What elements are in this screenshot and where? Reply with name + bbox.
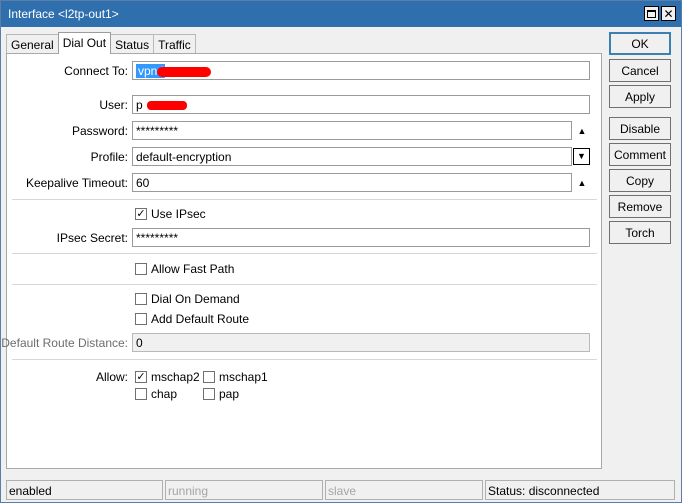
disable-button[interactable]: Disable	[609, 117, 671, 140]
password-value: *********	[136, 124, 179, 138]
remove-button[interactable]: Remove	[609, 195, 671, 218]
redaction-mark	[156, 66, 211, 77]
default-route-distance-value: 0	[136, 336, 143, 350]
comment-button[interactable]: Comment	[609, 143, 671, 166]
password-collapse-button[interactable]: ▲	[574, 122, 590, 139]
interface-dialog: Interface <l2tp-out1> ✕ General Dial Out…	[0, 0, 682, 503]
use-ipsec-label: Use IPsec	[151, 207, 206, 221]
connect-to-input[interactable]: vpn.l	[132, 61, 590, 80]
allow-mschap2-row[interactable]: ✓ mschap2	[135, 370, 200, 384]
chevron-down-icon: ▼	[577, 151, 586, 161]
title-bar[interactable]: Interface <l2tp-out1> ✕	[1, 1, 681, 27]
tab-bar: General Dial Out Status Traffic	[6, 32, 196, 54]
tab-status[interactable]: Status	[110, 34, 155, 54]
add-default-route-checkbox[interactable]	[135, 313, 147, 325]
status-connection: Status: disconnected	[485, 480, 675, 500]
tab-dial-out[interactable]: Dial Out	[57, 32, 112, 54]
allow-pap-row[interactable]: pap	[203, 387, 239, 401]
maximize-button[interactable]	[644, 6, 659, 21]
add-default-route-label: Add Default Route	[151, 312, 250, 326]
mschap2-checkbox[interactable]: ✓	[135, 371, 147, 383]
close-button[interactable]: ✕	[661, 6, 676, 21]
password-input[interactable]: *********	[132, 121, 572, 140]
torch-button[interactable]: Torch	[609, 221, 671, 244]
password-label: Password:	[71, 124, 128, 138]
profile-dropdown-button[interactable]: ▼	[573, 148, 590, 165]
status-slave: slave	[325, 480, 483, 500]
connect-to-label: Connect To:	[64, 64, 128, 78]
ok-button[interactable]: OK	[609, 32, 671, 55]
tab-general[interactable]: General	[6, 34, 59, 54]
status-bar: enabled running slave Status: disconnect…	[6, 480, 675, 500]
pap-checkbox[interactable]	[203, 388, 215, 400]
apply-button[interactable]: Apply	[609, 85, 671, 108]
keepalive-timeout-label: Keepalive Timeout:	[25, 176, 128, 190]
use-ipsec-row[interactable]: ✓ Use IPsec	[135, 207, 206, 221]
close-icon: ✕	[663, 6, 674, 21]
maximize-icon	[647, 9, 656, 18]
add-default-route-row[interactable]: Add Default Route	[135, 312, 249, 326]
allow-label: Allow:	[95, 370, 128, 384]
ipsec-secret-input[interactable]: *********	[132, 228, 590, 247]
check-icon: ✓	[136, 371, 146, 383]
mschap1-label: mschap1	[219, 370, 268, 384]
ipsec-secret-label: IPsec Secret:	[56, 231, 128, 245]
tab-traffic[interactable]: Traffic	[153, 34, 196, 54]
profile-value: default-encryption	[136, 150, 232, 164]
user-input[interactable]: p	[132, 95, 590, 114]
status-running: running	[165, 480, 323, 500]
keepalive-collapse-button[interactable]: ▲	[574, 174, 590, 191]
keepalive-timeout-value: 60	[136, 176, 150, 190]
allow-mschap1-row[interactable]: mschap1	[203, 370, 268, 384]
dial-out-panel: Connect To: vpn.l User: p Password: ****…	[1, 53, 602, 469]
up-arrow-icon: ▲	[577, 177, 587, 188]
keepalive-timeout-input[interactable]: 60	[132, 173, 572, 192]
ipsec-secret-value: *********	[136, 231, 179, 245]
dial-on-demand-checkbox[interactable]	[135, 293, 147, 305]
mschap2-label: mschap2	[151, 370, 200, 384]
allow-chap-row[interactable]: chap	[135, 387, 177, 401]
default-route-distance-input: 0	[132, 333, 590, 352]
allow-fast-path-label: Allow Fast Path	[151, 262, 235, 276]
chap-checkbox[interactable]	[135, 388, 147, 400]
allow-fast-path-row[interactable]: Allow Fast Path	[135, 262, 234, 276]
copy-button[interactable]: Copy	[609, 169, 671, 192]
default-route-distance-label: Default Route Distance:	[1, 336, 128, 350]
status-enabled: enabled	[6, 480, 163, 500]
section-divider	[12, 199, 597, 200]
redaction-mark	[147, 101, 188, 111]
user-value: p	[136, 98, 143, 112]
allow-fast-path-checkbox[interactable]	[135, 263, 147, 275]
profile-label: Profile:	[90, 150, 128, 164]
section-divider	[12, 284, 597, 285]
window-title: Interface <l2tp-out1>	[8, 7, 119, 21]
user-label: User:	[99, 98, 128, 112]
up-arrow-icon: ▲	[577, 125, 587, 136]
section-divider	[12, 253, 597, 254]
dial-on-demand-label: Dial On Demand	[151, 292, 240, 306]
cancel-button[interactable]: Cancel	[609, 59, 671, 82]
chap-label: chap	[151, 387, 178, 401]
dial-on-demand-row[interactable]: Dial On Demand	[135, 292, 240, 306]
section-divider	[12, 359, 597, 360]
profile-select[interactable]: default-encryption	[132, 147, 572, 166]
check-icon: ✓	[136, 208, 146, 220]
mschap1-checkbox[interactable]	[203, 371, 215, 383]
pap-label: pap	[219, 387, 240, 401]
use-ipsec-checkbox[interactable]: ✓	[135, 208, 147, 220]
